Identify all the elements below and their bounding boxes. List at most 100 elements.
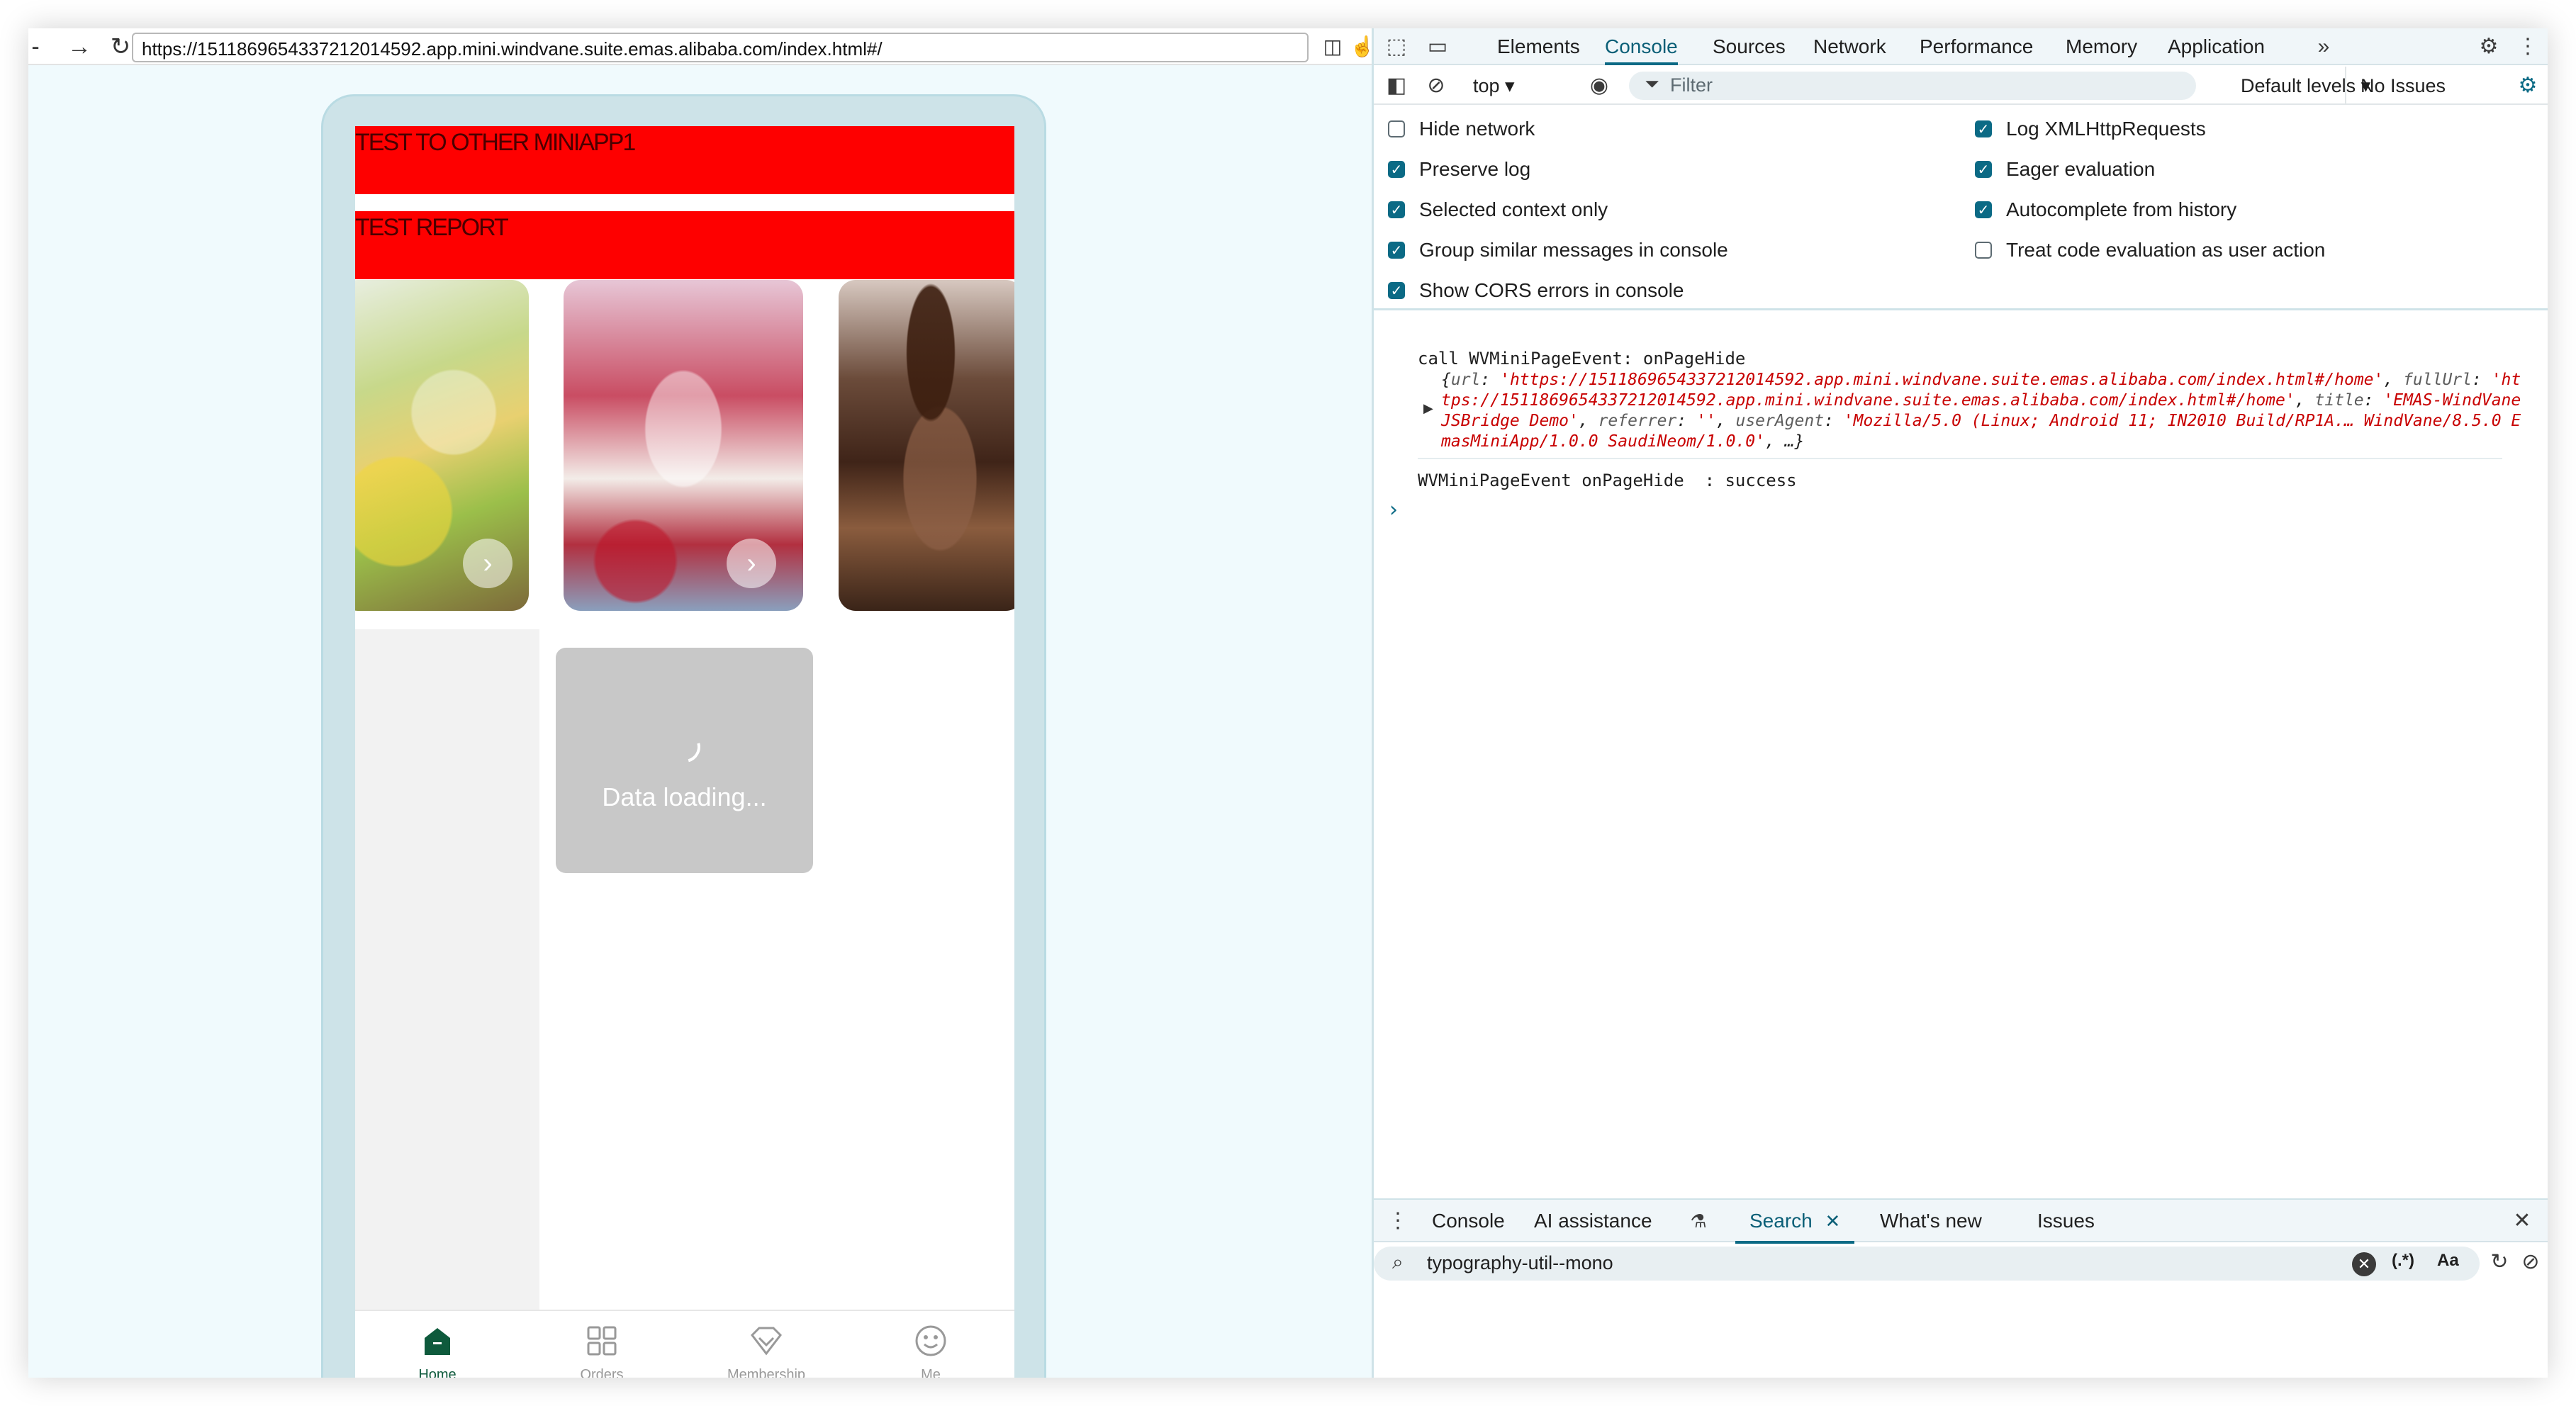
sidebar-toggle-icon[interactable]: ◧ — [1384, 73, 1409, 99]
drawer-tab-search[interactable]: Search ✕ — [1735, 1200, 1855, 1244]
expand-triangle-icon[interactable]: ▶ — [1423, 401, 1433, 416]
drawer-tab-search-label: Search — [1749, 1210, 1813, 1232]
log-message: call WVMiniPageEvent: onPageHide — [1418, 349, 1746, 369]
kebab-menu-icon[interactable]: ⋮ — [2515, 34, 2541, 60]
checkbox-checked-icon[interactable]: ✓ — [1975, 201, 1992, 218]
banner-test-report[interactable]: TEST REPORT — [355, 211, 1014, 279]
tab-label-me: Me — [921, 1367, 941, 1378]
checkbox-checked-icon[interactable]: ✓ — [1388, 161, 1405, 178]
more-tabs-icon[interactable]: » — [2311, 34, 2336, 60]
option-label: Selected context only — [1419, 198, 1608, 220]
devtools-tab-bar: ⬚ ▭ Elements Console Sources Network Per… — [1374, 28, 2548, 65]
browser-pane: - → ↻ https://1511869654337212014592.app… — [28, 28, 1372, 1378]
search-icon: ⌕ — [1392, 1251, 1404, 1273]
tab-home[interactable]: Home — [355, 1324, 520, 1378]
option-treat-eval-user-action[interactable]: Treat code evaluation as user action — [1975, 236, 2325, 264]
tab-performance[interactable]: Performance — [1920, 28, 2033, 65]
forward-icon[interactable]: → — [65, 33, 94, 61]
drawer-menu-icon[interactable]: ⋮ — [1385, 1208, 1411, 1234]
option-eager-evaluation[interactable]: ✓ Eager evaluation — [1975, 155, 2155, 184]
gear-icon[interactable]: ⚙ — [2476, 34, 2502, 60]
loading-text: Data loading... — [602, 782, 767, 811]
next-icon[interactable]: › — [727, 539, 776, 588]
address-bar: - → ↻ https://1511869654337212014592.app… — [28, 28, 1372, 65]
console-prompt-icon[interactable]: › — [1389, 497, 1398, 522]
devtools-panel: ⬚ ▭ Elements Console Sources Network Per… — [1374, 28, 2548, 1378]
clear-console-icon[interactable]: ⊘ — [1423, 73, 1449, 99]
tab-network[interactable]: Network — [1813, 28, 1886, 65]
checkbox-checked-icon[interactable]: ✓ — [1388, 282, 1405, 299]
console-toolbar: ◧ ⊘ top ▾ ◉ ⏷ Filter Default levels ▾ No… — [1374, 67, 2548, 105]
drawer-tab-console[interactable]: Console — [1432, 1200, 1505, 1244]
url-input[interactable]: https://1511869654337212014592.app.mini.… — [132, 33, 1309, 62]
smiley-icon — [912, 1324, 949, 1361]
console-messages: call WVMiniPageEvent: onPageHide ▶ {url:… — [1374, 312, 2548, 1219]
filter-placeholder: Filter — [1670, 74, 1713, 96]
checkbox-icon[interactable] — [1975, 242, 1992, 259]
drawer-tab-issues[interactable]: Issues — [2037, 1200, 2095, 1244]
tab-memory[interactable]: Memory — [2066, 28, 2137, 65]
option-label: Preserve log — [1419, 158, 1531, 180]
reload-icon[interactable]: ↻ — [106, 33, 135, 61]
inspect-element-icon[interactable]: ⬚ — [1384, 34, 1409, 60]
option-label: Treat code evaluation as user action — [2006, 239, 2326, 261]
clear-search-icon[interactable]: ✕ — [2352, 1252, 2376, 1276]
log-object[interactable]: {url: 'https://1511869654337212014592.ap… — [1441, 370, 2522, 452]
log-separator — [1418, 458, 2502, 459]
option-log-xhr[interactable]: ✓ Log XMLHttpRequests — [1975, 115, 2206, 143]
match-case-toggle[interactable]: Aa — [2437, 1251, 2459, 1271]
option-show-cors-errors[interactable]: ✓ Show CORS errors in console — [1388, 276, 1684, 305]
option-label: Eager evaluation — [2006, 158, 2156, 180]
clear-search-results-icon[interactable]: ⊘ — [2518, 1249, 2543, 1275]
diamond-icon — [748, 1324, 785, 1361]
option-label: Hide network — [1419, 118, 1535, 140]
context-select[interactable]: top ▾ — [1473, 67, 1515, 105]
tab-elements[interactable]: Elements — [1497, 28, 1580, 65]
tab-application[interactable]: Application — [2168, 28, 2265, 65]
flask-icon: ⚗ — [1690, 1210, 1707, 1232]
tab-membership[interactable]: Membership — [684, 1324, 849, 1378]
search-row: ⌕ typography-util--mono ✕ (.*) Aa ↻ ⊘ — [1374, 1242, 2548, 1285]
close-tab-icon[interactable]: ✕ — [1825, 1210, 1841, 1232]
checkbox-icon[interactable] — [1388, 120, 1405, 137]
back-icon[interactable]: - — [28, 33, 50, 61]
checkbox-checked-icon[interactable]: ✓ — [1975, 120, 1992, 137]
tab-me[interactable]: Me — [849, 1324, 1013, 1378]
checkbox-checked-icon[interactable]: ✓ — [1388, 201, 1405, 218]
console-settings-icon[interactable]: ⚙ — [2515, 73, 2541, 99]
option-hide-network[interactable]: Hide network — [1388, 115, 1535, 143]
carousel-card-chocolate[interactable] — [839, 280, 1014, 611]
category-sidebar — [355, 629, 539, 1310]
carousel-card-parfait[interactable]: › — [564, 280, 803, 611]
eye-icon[interactable]: ◉ — [1586, 73, 1612, 99]
option-preserve-log[interactable]: ✓ Preserve log — [1388, 155, 1530, 184]
carousel-card-lemonade[interactable]: › — [355, 280, 529, 611]
search-value: typography-util--mono — [1427, 1252, 1613, 1273]
option-selected-context-only[interactable]: ✓ Selected context only — [1388, 196, 1608, 224]
touch-icon[interactable]: ☝ — [1348, 33, 1372, 61]
tab-label-membership: Membership — [727, 1367, 806, 1378]
refresh-icon[interactable]: ↻ — [2487, 1249, 2512, 1275]
loading-toast: Data loading... — [556, 648, 813, 873]
tab-sources[interactable]: Sources — [1713, 28, 1786, 65]
issues-button[interactable]: No Issues — [2345, 67, 2446, 105]
tab-console[interactable]: Console — [1605, 28, 1678, 65]
checkbox-checked-icon[interactable]: ✓ — [1975, 161, 1992, 178]
option-group-similar[interactable]: ✓ Group similar messages in console — [1388, 236, 1728, 264]
mouse-icon[interactable]: ◫ — [1318, 33, 1347, 61]
device-toolbar-icon[interactable]: ▭ — [1425, 34, 1450, 60]
close-drawer-icon[interactable]: ✕ — [2509, 1208, 2535, 1234]
filter-icon: ⏷ — [1645, 73, 1659, 94]
filter-input[interactable]: ⏷ Filter — [1629, 72, 2196, 100]
tab-label-home: Home — [418, 1367, 457, 1378]
drawer-tab-ai-assistance[interactable]: AI assistance — [1534, 1200, 1652, 1244]
search-input[interactable]: ⌕ typography-util--mono ✕ (.*) Aa — [1374, 1247, 2480, 1281]
next-icon[interactable]: › — [463, 539, 513, 588]
checkbox-checked-icon[interactable]: ✓ — [1388, 242, 1405, 259]
tab-orders[interactable]: Orders — [520, 1324, 684, 1378]
option-autocomplete-history[interactable]: ✓ Autocomplete from history — [1975, 196, 2236, 224]
option-label: Autocomplete from history — [2006, 198, 2237, 220]
drawer-tab-whats-new[interactable]: What's new — [1880, 1200, 1982, 1244]
regex-toggle[interactable]: (.*) — [2392, 1251, 2414, 1271]
banner-test-other-miniapp[interactable]: TEST TO OTHER MINIAPP1 — [355, 126, 1014, 194]
